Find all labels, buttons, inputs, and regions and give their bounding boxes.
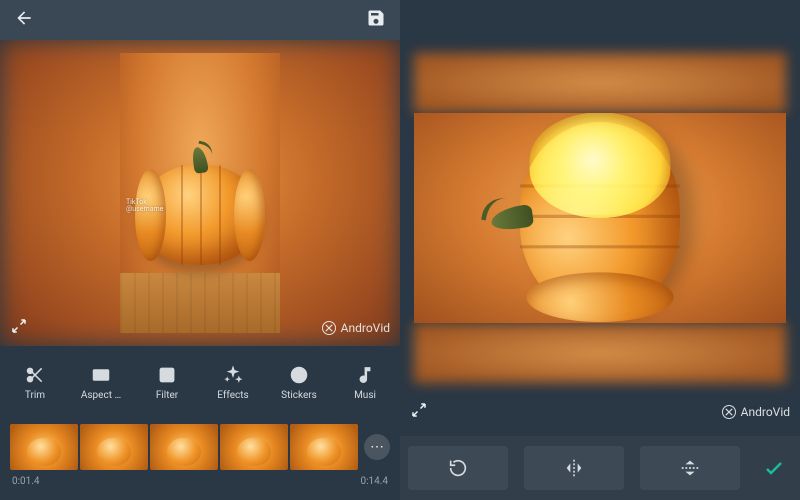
androvid-watermark[interactable]: AndroVid: [722, 405, 790, 419]
tool-stickers[interactable]: Stickers: [268, 365, 330, 401]
tool-label: Filter: [156, 390, 178, 401]
tool-label: Stickers: [281, 390, 317, 401]
tool-filter[interactable]: Filter: [136, 365, 198, 401]
time-current: 0:01.4: [12, 476, 40, 487]
back-button[interactable]: [14, 8, 34, 32]
expand-icon[interactable]: [10, 317, 28, 338]
tool-aspect[interactable]: Aspect …: [70, 365, 132, 401]
expand-icon[interactable]: [410, 401, 428, 422]
save-button[interactable]: [366, 8, 386, 32]
tool-trim[interactable]: Trim: [4, 365, 66, 401]
flip-horizontal-button[interactable]: [524, 446, 624, 490]
timeline[interactable]: ⋯ 0:01.4 0:14.4: [0, 416, 400, 500]
tool-label: Trim: [25, 390, 45, 401]
watermark-label: AndroVid: [341, 321, 390, 335]
editor-panel-right: AndroVid: [400, 0, 800, 500]
preview-portrait-frame: TikTok @username: [120, 53, 280, 333]
tool-row: Trim Aspect … Filter Effects Stickers Mu…: [0, 346, 400, 416]
preview-floor: [120, 273, 280, 333]
timeline-thumb[interactable]: [150, 424, 218, 470]
timeline-thumbs[interactable]: ⋯: [10, 422, 390, 472]
tool-label: Musi: [354, 390, 376, 401]
timeline-thumb[interactable]: [80, 424, 148, 470]
timeline-thumb[interactable]: [220, 424, 288, 470]
watermark-label: AndroVid: [741, 405, 790, 419]
timeline-thumb[interactable]: [290, 424, 358, 470]
video-preview[interactable]: TikTok @username AndroVid: [0, 40, 400, 346]
timeline-more-button[interactable]: ⋯: [364, 434, 390, 460]
preview-landscape-frame: [414, 113, 786, 323]
tool-label: Effects: [217, 390, 248, 401]
preview-pumpkin-rotated: [520, 122, 680, 314]
rotate-toolbar: [400, 436, 800, 500]
preview-pumpkin: [140, 165, 260, 265]
androvid-watermark[interactable]: AndroVid: [322, 321, 390, 335]
editor-panel-left: TikTok @username AndroVid Trim Aspect …: [0, 0, 400, 500]
tool-music[interactable]: Musi: [334, 365, 396, 401]
tool-effects[interactable]: Effects: [202, 365, 264, 401]
timeline-thumb[interactable]: [10, 424, 78, 470]
close-watermark-icon[interactable]: [322, 321, 336, 335]
rotate-button[interactable]: [408, 446, 508, 490]
time-total: 0:14.4: [360, 476, 388, 487]
close-watermark-icon[interactable]: [722, 405, 736, 419]
time-labels: 0:01.4 0:14.4: [10, 472, 390, 487]
top-bar: [0, 0, 400, 40]
flip-vertical-button[interactable]: [640, 446, 740, 490]
preview-blur-bottom: [414, 323, 786, 383]
confirm-button[interactable]: [748, 456, 800, 480]
tiktok-watermark: TikTok @username: [126, 199, 163, 214]
rotate-preview[interactable]: AndroVid: [400, 0, 800, 436]
preview-blur-top: [414, 53, 786, 113]
tool-label: Aspect …: [81, 390, 121, 401]
